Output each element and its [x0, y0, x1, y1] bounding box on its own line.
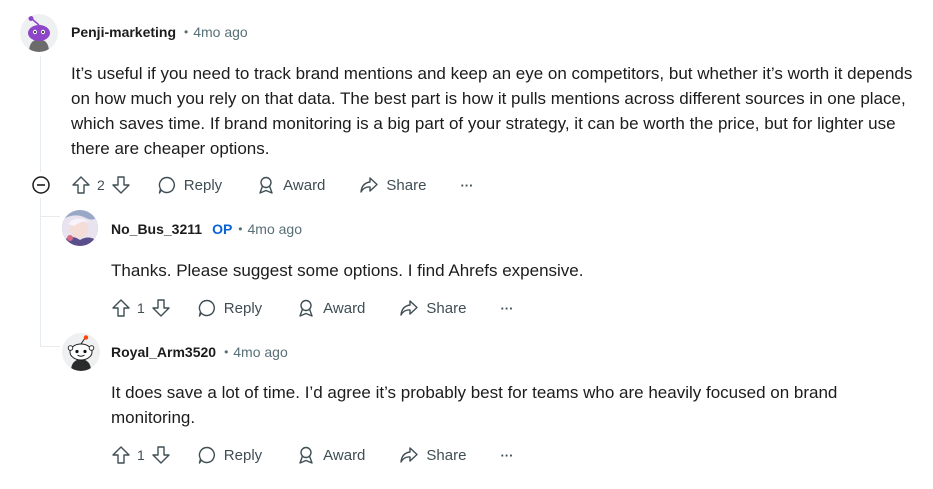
timestamp[interactable]: 4mo ago [248, 221, 302, 237]
share-button[interactable]: Share [359, 175, 426, 195]
avatar[interactable] [62, 210, 98, 246]
comment-meta: Penji-marketing • 4mo ago [71, 22, 248, 42]
award-icon [259, 176, 273, 194]
username[interactable]: No_Bus_3211 [111, 221, 202, 237]
avatar[interactable] [62, 333, 100, 371]
comment-body: Thanks. Please suggest some options. I f… [111, 261, 584, 280]
reply-button[interactable]: Reply [197, 298, 262, 318]
collapse-button[interactable] [31, 175, 51, 195]
award-label: Award [323, 446, 366, 464]
award-icon [299, 299, 313, 317]
share-label: Share [426, 446, 467, 464]
award-label: Award [323, 299, 366, 317]
share-label: Share [426, 299, 467, 317]
downvote-button[interactable] [151, 298, 171, 318]
timestamp[interactable]: 4mo ago [233, 344, 287, 360]
award-button[interactable]: Award [296, 298, 365, 318]
downvote-button[interactable] [151, 445, 171, 465]
upvote-icon [72, 176, 90, 194]
op-badge: OP [212, 221, 233, 237]
award-label: Award [283, 176, 326, 194]
share-label: Share [386, 176, 427, 194]
more-icon: ··· [460, 177, 474, 193]
thread-branch [40, 346, 60, 347]
timestamp[interactable]: 4mo ago [193, 24, 247, 40]
vote-count: 1 [137, 447, 145, 463]
reply-icon [158, 176, 175, 194]
thread-line [40, 56, 41, 172]
reply-label: Reply [223, 299, 263, 317]
comment-actions: 1 Reply Award Share ··· [111, 441, 513, 469]
reply-button[interactable]: Reply [197, 445, 262, 465]
share-button[interactable]: Share [399, 445, 466, 465]
more-options-button[interactable]: ··· [500, 448, 513, 463]
upvote-button[interactable] [111, 445, 131, 465]
award-icon [299, 446, 313, 464]
downvote-button[interactable] [111, 175, 131, 195]
more-options-button[interactable]: ··· [500, 301, 513, 316]
vote-count: 2 [97, 177, 105, 193]
reply-icon [198, 446, 215, 464]
downvote-icon [152, 446, 170, 464]
more-icon: ··· [500, 300, 514, 316]
upvote-icon [112, 299, 130, 317]
separator-dot: • [224, 345, 229, 359]
comment-actions: 2 Reply Award Share ··· [71, 171, 473, 199]
upvote-button[interactable] [111, 298, 131, 318]
more-options-button[interactable]: ··· [460, 178, 473, 193]
comment-meta: No_Bus_3211 OP • 4mo ago [111, 219, 302, 239]
avatar[interactable] [20, 14, 58, 52]
snoo-avatar-icon [20, 14, 58, 52]
collapse-icon [32, 176, 50, 194]
username[interactable]: Penji-marketing [71, 24, 176, 40]
separator-dot: • [184, 25, 189, 39]
comment-body: It does save a lot of time. I’d agree it… [111, 383, 838, 427]
share-icon [400, 447, 419, 463]
thread-branch [40, 216, 60, 217]
snoo-avatar-icon [62, 333, 100, 371]
downvote-icon [152, 299, 170, 317]
reply-icon [198, 299, 215, 317]
share-icon [400, 300, 419, 316]
comment-actions: 1 Reply Award Share ··· [111, 294, 513, 322]
vote-count: 1 [137, 300, 145, 316]
reply-label: Reply [183, 176, 223, 194]
share-icon [360, 177, 379, 193]
upvote-icon [112, 446, 130, 464]
separator-dot: • [238, 222, 243, 236]
upvote-button[interactable] [71, 175, 91, 195]
reply-button[interactable]: Reply [157, 175, 222, 195]
thread-line [40, 198, 41, 346]
more-icon: ··· [500, 447, 514, 463]
award-button[interactable]: Award [256, 175, 325, 195]
downvote-icon [112, 176, 130, 194]
share-button[interactable]: Share [399, 298, 466, 318]
reply-label: Reply [223, 446, 263, 464]
comment-body: It’s useful if you need to track brand m… [71, 64, 913, 158]
comment-meta: Royal_Arm3520 • 4mo ago [111, 342, 288, 362]
user-photo-avatar-icon [62, 210, 98, 246]
username[interactable]: Royal_Arm3520 [111, 344, 216, 360]
award-button[interactable]: Award [296, 445, 365, 465]
